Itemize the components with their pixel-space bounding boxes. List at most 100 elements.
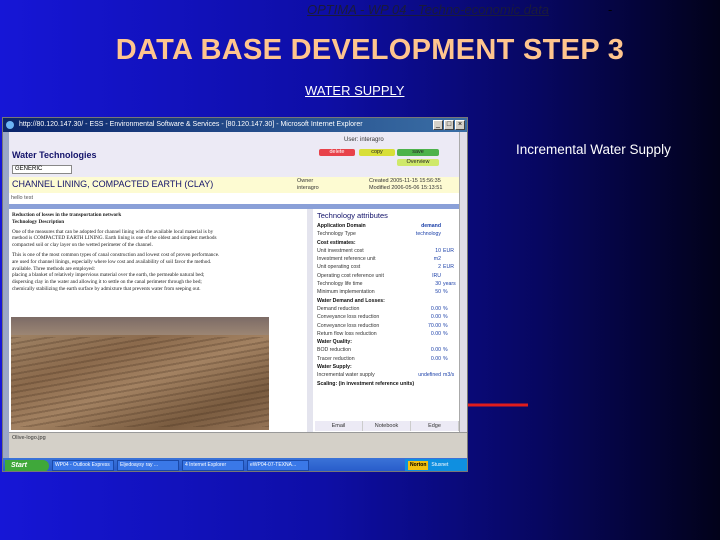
attribute-row: Technology Type technology: [315, 230, 459, 238]
modified-date: Modified 2006-05-06 15:13:51: [369, 185, 443, 191]
attribute-label: Unit operating cost: [317, 264, 361, 271]
taskbar-item[interactable]: Eljedoaysy ray ...: [117, 460, 179, 471]
browser-screenshot: http://80.120.147.30/ - ESS - Environmen…: [2, 117, 468, 472]
close-button[interactable]: ×: [455, 120, 465, 130]
overview-button[interactable]: Overview: [397, 159, 439, 166]
attribute-label: Conveyance loss reduction: [317, 322, 380, 329]
attributes-list: Application Domain demand Technology Type t…: [315, 222, 459, 388]
attribute-value[interactable]: 0.00: [409, 355, 441, 363]
header-dash: -: [608, 2, 613, 17]
email-button[interactable]: Email: [315, 421, 363, 431]
attribute-label: Water Demand and Losses:: [317, 297, 385, 304]
norton-icon[interactable]: Norton: [408, 461, 429, 470]
attribute-value[interactable]: 0.00: [409, 346, 441, 354]
maximize-button[interactable]: □: [444, 120, 454, 130]
taskbar-item[interactable]: 4 Internet Explorer: [182, 460, 244, 471]
description-line: One of the measures that can be adopted …: [12, 228, 214, 235]
attribute-row: Investment reference unit m2: [315, 255, 459, 263]
attribute-row: Return flow loss reduction 0.00%: [315, 330, 459, 338]
attribute-row: Application Domain demand: [315, 222, 459, 230]
description-line: dispersing clay in the water and allowin…: [12, 279, 202, 286]
attribute-value[interactable]: technology: [409, 230, 441, 238]
user-label: User: interagro: [344, 137, 384, 143]
edge-button[interactable]: Edge: [411, 421, 459, 431]
attribute-value[interactable]: 0.00: [409, 330, 441, 338]
tray-clock: Stuxnet: [431, 462, 449, 468]
attribute-label: Application Domain: [317, 223, 366, 229]
description-line: method is COMPACTED EARTH LINING. Earth …: [12, 235, 217, 242]
attribute-value[interactable]: 70.00: [409, 322, 441, 330]
attribute-row: Scaling: (in investment reference units): [315, 380, 459, 388]
attribute-label: Operating cost reference unit: [317, 272, 384, 279]
attribute-unit: %: [443, 355, 448, 362]
description-line: Technology Description: [12, 218, 65, 225]
slide-header-link[interactable]: OPTIMA - WP 04 - Techno-economic data: [307, 2, 549, 17]
attribute-row: Unit operating cost 2 EUR: [315, 263, 459, 271]
attributes-heading: Technology attributes: [317, 211, 388, 220]
attribute-label: Investment reference unit: [317, 256, 376, 263]
attribute-value[interactable]: 30: [409, 280, 441, 288]
attribute-value[interactable]: 50: [409, 288, 441, 296]
attribute-label: Cost estimates:: [317, 239, 356, 246]
minimize-button[interactable]: _: [433, 120, 443, 130]
attribute-label: Technology Type: [317, 231, 356, 238]
attribute-row: Demand reduction 0.00%: [315, 305, 459, 313]
description-line: This is one of the most common types of …: [12, 251, 220, 258]
attribute-row: Water Quality:: [315, 338, 459, 346]
attribute-value[interactable]: 0.00: [409, 313, 441, 321]
item-name: CHANNEL LINING, COMPACTED EARTH (CLAY): [12, 179, 214, 189]
created-date: Created 2005-11-15 15:56:35: [369, 178, 441, 184]
attribute-label: Water Quality:: [317, 339, 352, 346]
attribute-row: Unit investment cost 10 EUR: [315, 247, 459, 255]
attribute-value[interactable]: IRU: [409, 272, 441, 280]
attribute-value[interactable]: demand: [409, 222, 441, 230]
attribute-row: Technology life time 30 years: [315, 280, 459, 288]
start-button[interactable]: Start: [5, 459, 49, 471]
notebook-button[interactable]: Notebook: [363, 421, 411, 431]
app-name: Water Technologies: [12, 150, 97, 160]
page-scrollbar[interactable]: [459, 132, 467, 432]
description-scrollbar[interactable]: [307, 209, 313, 432]
description-text: Reduction of losses in the transportatio…: [9, 209, 307, 296]
clay-channel-photo: [11, 317, 269, 430]
app-frame: User: interagro Water Technologies delet…: [9, 132, 459, 432]
attribute-value[interactable]: 10: [409, 247, 441, 255]
taskbar-item[interactable]: eWP04-07-TΕΧΝΑ...: [247, 460, 309, 471]
description-line: chemically stabilizing the earth surface…: [12, 285, 201, 292]
attribute-value[interactable]: m2: [409, 255, 441, 263]
comment-field[interactable]: hello test: [9, 193, 459, 204]
attribute-value[interactable]: undefined: [409, 371, 441, 379]
owner-value: interagro: [297, 185, 319, 191]
attribute-unit: %: [443, 330, 448, 337]
category-select[interactable]: GENERIC: [12, 165, 72, 174]
attribute-label: Scaling: (in investment reference units): [317, 380, 415, 387]
delete-button[interactable]: delete: [319, 149, 355, 156]
copy-button[interactable]: copy: [359, 149, 395, 156]
attribute-label: BOD reduction: [317, 347, 352, 354]
browser-titlebar: http://80.120.147.30/ - ESS - Environmen…: [3, 118, 467, 132]
slide-subtitle: WATER SUPPLY: [305, 83, 405, 98]
attribute-value[interactable]: 0.00: [409, 305, 441, 313]
slide-title: DATA BASE DEVELOPMENT STEP 3: [115, 34, 625, 66]
save-button[interactable]: save: [397, 149, 439, 156]
attribute-unit: years: [443, 281, 456, 288]
callout-label: Incremental Water Supply: [516, 142, 671, 157]
attribute-row: Minimum implementation 50%: [315, 288, 459, 296]
attribute-value[interactable]: 2: [409, 263, 441, 271]
owner-label: Owner: [297, 178, 314, 184]
attribute-label: Unit investment cost: [317, 247, 364, 254]
attribute-label: Minimum implementation: [317, 289, 375, 296]
attribute-label: Tracer reduction: [317, 355, 355, 362]
attribute-row: Operating cost reference unit IRU: [315, 272, 459, 280]
attribute-row: Conveyance loss reduction 70.00%: [315, 322, 459, 330]
attribute-unit: %: [443, 314, 448, 321]
attribute-row: Cost estimates:: [315, 239, 459, 247]
attribute-row: BOD reduction 0.00%: [315, 346, 459, 354]
description-line: available. Three methods are employed:: [12, 265, 96, 272]
attribute-unit: EUR: [443, 264, 454, 271]
attribute-label: Water Supply:: [317, 364, 352, 371]
system-tray: Norton Stuxnet: [405, 459, 467, 471]
status-bar: Olive-logo.jpg: [9, 432, 467, 442]
taskbar-item[interactable]: WP04 - Outlook Express: [52, 460, 114, 471]
description-line: placing a blanket of relatively impervio…: [12, 272, 205, 279]
